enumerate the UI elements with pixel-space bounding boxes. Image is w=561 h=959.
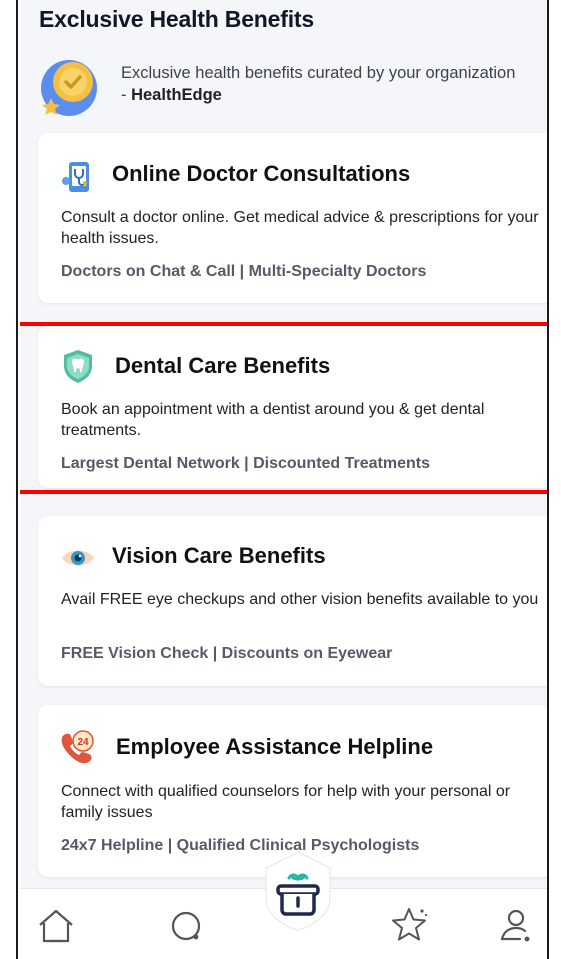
card-online-doctor[interactable]: Online Doctor Consultations Consult a do… [38,133,547,303]
card-description: Avail FREE eye checkups and other vision… [61,591,539,608]
page-title: Exclusive Health Benefits [39,6,314,32]
profile-icon[interactable] [494,903,538,947]
home-icon[interactable] [34,903,78,947]
benefits-screen: Exclusive Health Benefits Exclusive heal… [20,0,547,959]
card-tags: Doctors on Chat & Call | Multi-Specialty… [61,263,427,280]
card-title: Online Doctor Consultations [112,161,411,186]
medal-icon [41,60,97,116]
card-title: Vision Care Benefits [112,543,326,568]
org-name: HealthEdge [131,86,222,104]
card-tags: FREE Vision Check | Discounts on Eyewear [61,645,393,662]
card-description: Connect with qualified counselors for he… [61,783,511,821]
card-description: Consult a doctor online. Get medical adv… [61,209,539,247]
highlight-box [20,322,547,494]
eye-icon [62,550,94,566]
star-icon[interactable] [387,903,431,947]
doctor-phone-icon [62,162,89,192]
chat-icon[interactable] [164,903,208,947]
svg-text:24: 24 [77,737,89,748]
org-info-row: Exclusive health benefits curated by you… [37,54,537,118]
card-title: Employee Assistance Helpline [116,734,434,759]
card-tags: 24x7 Helpline | Qualified Clinical Psych… [61,837,420,854]
card-vision-care[interactable]: Vision Care Benefits Avail FREE eye chec… [38,516,547,686]
frame-right-edge [547,0,561,959]
benefits-gift-icon[interactable] [256,848,340,932]
frame-left-edge [0,0,18,959]
org-description: Exclusive health benefits curated by you… [121,62,521,106]
helpline-24-icon: 24 [61,730,94,764]
